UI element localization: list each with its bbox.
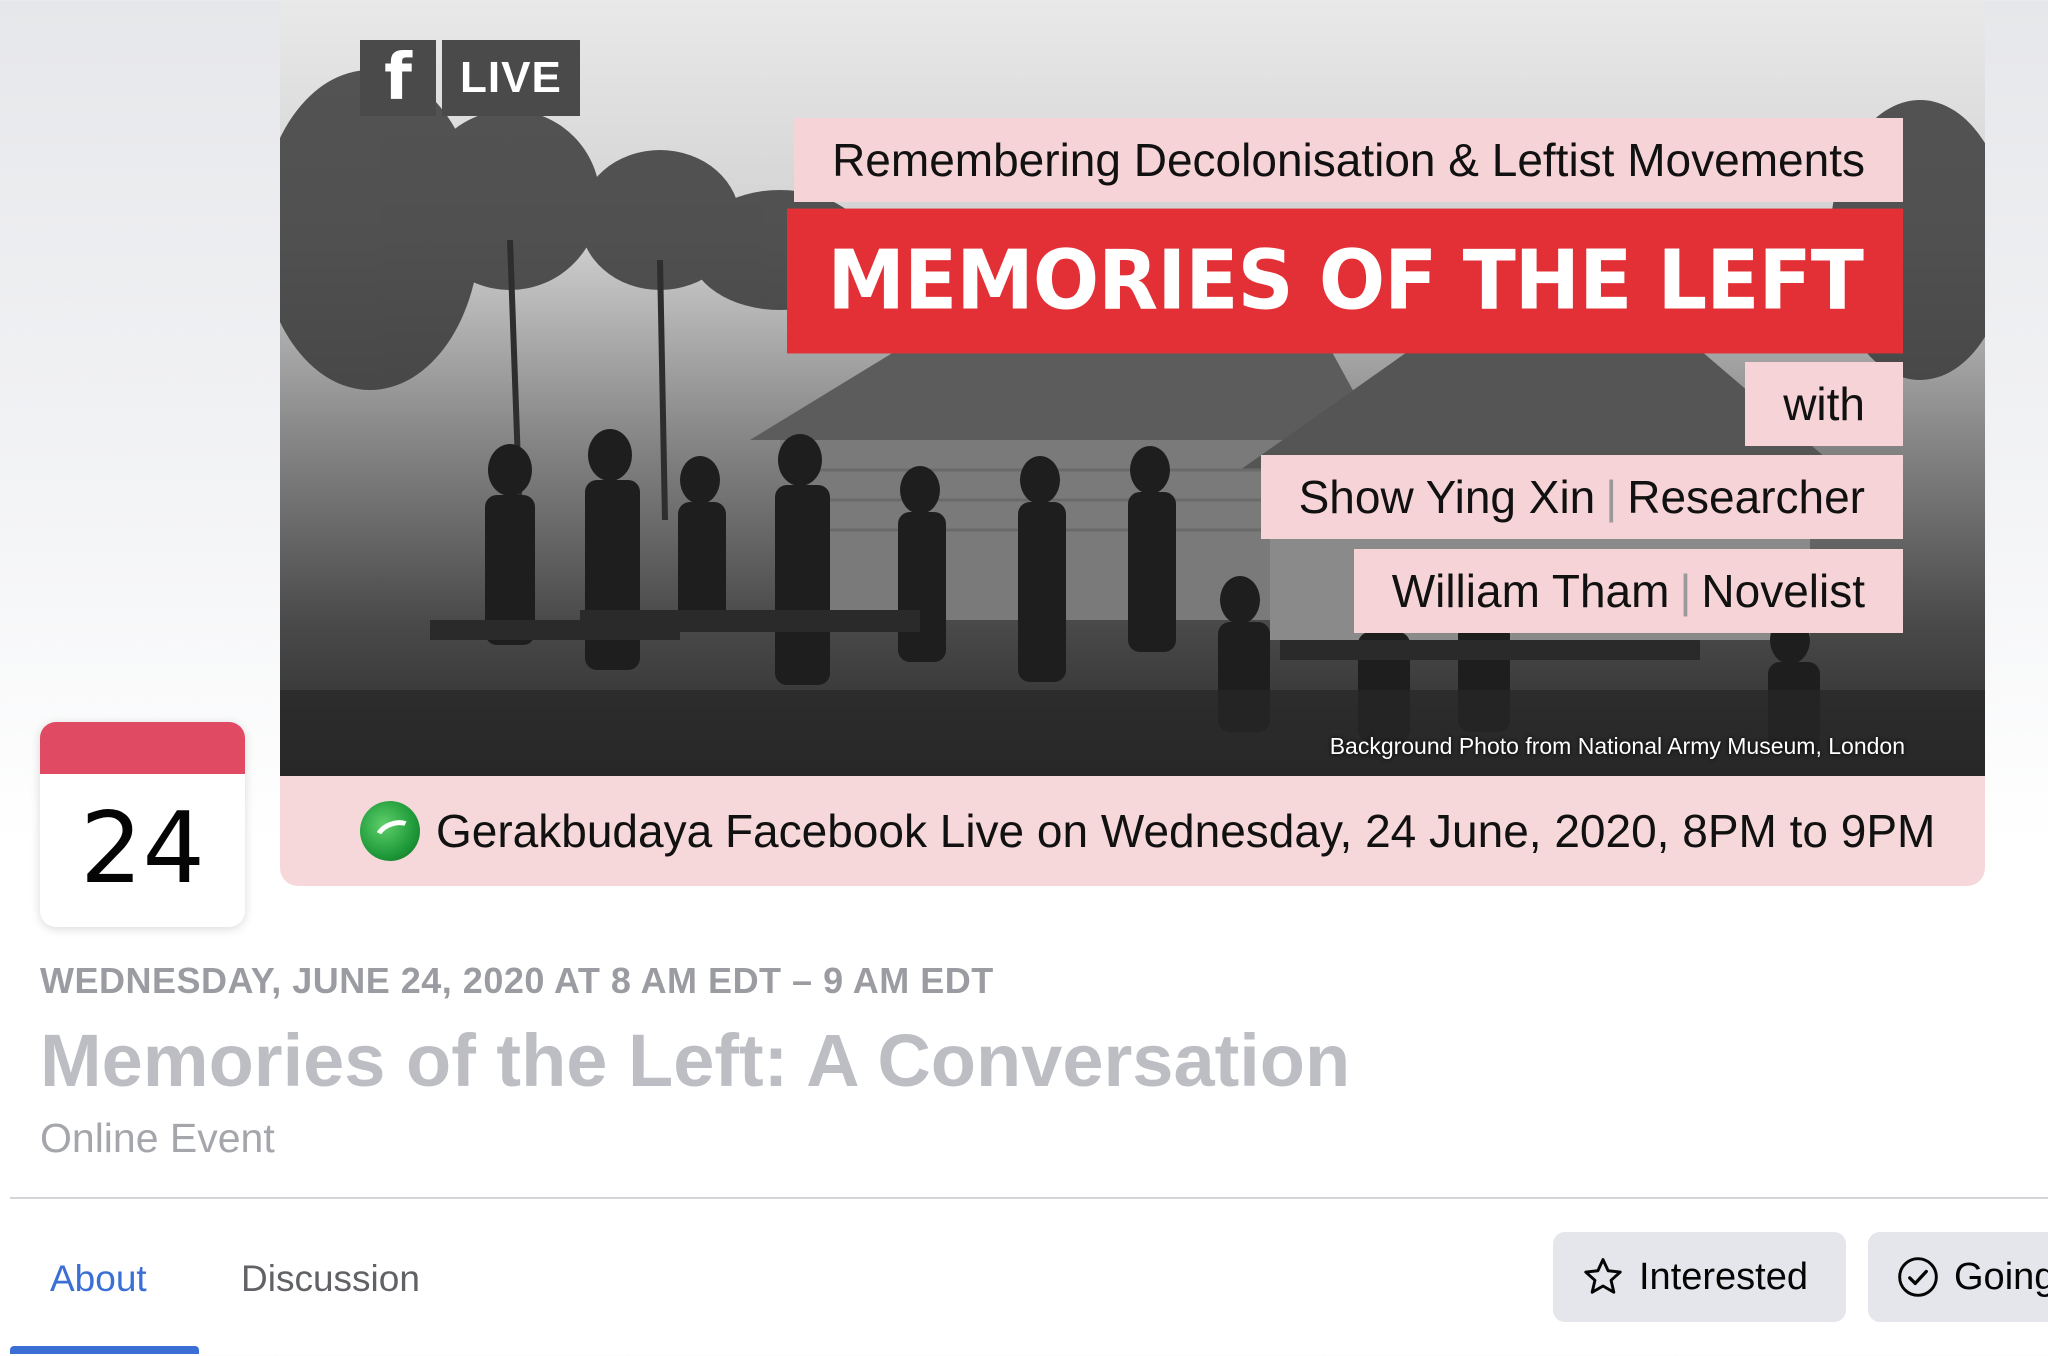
event-location: Online Event [40, 1115, 275, 1161]
gerakbudaya-logo-icon [360, 801, 420, 861]
interested-button[interactable]: Interested [1553, 1232, 1846, 1322]
cover-speaker-2: William Tham | Novelist [1353, 549, 1903, 633]
active-tab-indicator [10, 1346, 199, 1354]
cover-speaker-1: Show Ying Xin | Researcher [1260, 455, 1903, 539]
live-label: LIVE [442, 40, 580, 116]
speaker-1-role: Researcher [1627, 471, 1865, 523]
event-date-time: WEDNESDAY, JUNE 24, 2020 AT 8 AM EDT – 9… [40, 960, 994, 1001]
speaker-2-name: William Tham [1391, 565, 1670, 617]
separator: | [1679, 565, 1692, 617]
cover-info-band: Gerakbudaya Facebook Live on Wednesday, … [280, 776, 1985, 886]
cover-band-text: Gerakbudaya Facebook Live on Wednesday, … [436, 805, 1936, 857]
tab-discussion[interactable]: Discussion [241, 1258, 420, 1300]
photo-credit: Background Photo from National Army Muse… [1329, 733, 1905, 759]
speaker-2-role: Novelist [1701, 565, 1865, 617]
facebook-icon: f [360, 40, 436, 116]
calendar-header [40, 722, 245, 774]
going-button[interactable]: Going [1868, 1232, 2048, 1322]
going-label: Going [1954, 1255, 2048, 1298]
cover-subtitle: Remembering Decolonisation & Leftist Mov… [794, 118, 1903, 202]
speaker-1-name: Show Ying Xin [1298, 471, 1596, 523]
star-icon [1584, 1258, 1622, 1294]
divider [10, 1197, 2048, 1199]
cover-headline: MEMORIES OF THE LEFT [787, 208, 1903, 354]
separator: | [1605, 471, 1618, 523]
facebook-live-badge: f LIVE [360, 40, 580, 116]
cover-with-label: with [1745, 362, 1903, 446]
calendar-date-badge: 24 [40, 722, 245, 927]
tab-about[interactable]: About [50, 1258, 147, 1300]
event-title: Memories of the Left: A Conversation [40, 1019, 1351, 1102]
calendar-day: 24 [80, 792, 205, 906]
interested-label: Interested [1639, 1255, 1808, 1298]
cover-background-photo: f LIVE Remembering Decolonisation & Left… [280, 0, 1985, 776]
event-cover-image[interactable]: f LIVE Remembering Decolonisation & Left… [280, 0, 1985, 886]
check-circle-icon [1898, 1257, 1938, 1297]
